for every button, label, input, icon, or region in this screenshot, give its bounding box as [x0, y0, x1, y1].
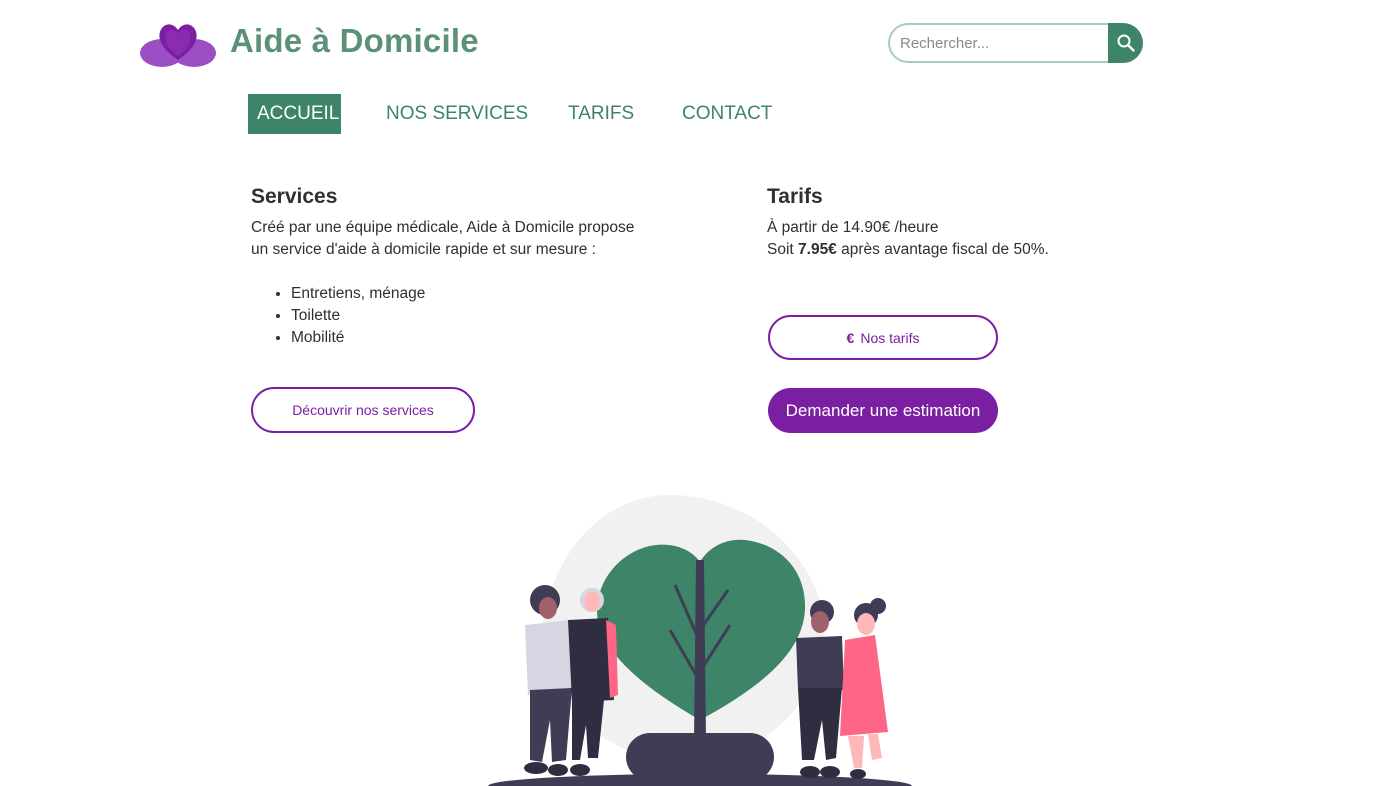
- search-button[interactable]: [1108, 23, 1143, 63]
- tarifs-line2-suffix: après avantage fiscal de 50%.: [836, 241, 1049, 258]
- list-item: Toilette: [291, 305, 651, 327]
- services-title: Services: [251, 185, 338, 208]
- nos-tarifs-label: Nos tarifs: [860, 329, 920, 346]
- nav-item-nos-services[interactable]: NOS SERVICES: [377, 94, 537, 134]
- list-item: Entretiens, ménage: [291, 283, 651, 305]
- discover-services-label: Découvrir nos services: [292, 402, 434, 418]
- nav-item-accueil[interactable]: ACCUEIL: [248, 94, 341, 134]
- estimation-button[interactable]: Demander une estimation: [768, 388, 998, 433]
- nos-tarifs-button[interactable]: € Nos tarifs: [768, 315, 998, 360]
- people-heart-tree-illustration: [488, 495, 912, 786]
- search-bar: [888, 23, 1143, 63]
- brand-title[interactable]: Aide à Domicile: [230, 22, 479, 60]
- services-list: Entretiens, ménage Toilette Mobilité: [251, 283, 651, 349]
- services-section: Services Créé par une équipe médicale, A…: [251, 183, 651, 349]
- euro-icon: €: [846, 329, 855, 346]
- tarifs-section: Tarifs À partir de 14.90€ /heure Soit 7.…: [767, 183, 1087, 261]
- tarifs-title: Tarifs: [767, 185, 823, 208]
- estimation-label: Demander une estimation: [785, 400, 981, 420]
- tarifs-line2-prefix: Soit: [767, 241, 799, 258]
- services-intro: Créé par une équipe médicale, Aide à Dom…: [251, 219, 635, 258]
- tarifs-text: À partir de 14.90€ /heure Soit 7.95€ apr…: [767, 217, 1087, 261]
- heart-hands-icon[interactable]: [140, 20, 216, 70]
- search-icon: [1117, 34, 1135, 52]
- page: Aide à Domicile ACCUEIL NOS SERVICES TAR…: [0, 0, 1400, 786]
- nav-item-tarifs[interactable]: TARIFS: [559, 94, 643, 134]
- nav-item-contact[interactable]: CONTACT: [673, 94, 781, 134]
- discover-services-button[interactable]: Découvrir nos services: [251, 387, 475, 433]
- list-item: Mobilité: [291, 327, 651, 349]
- search-input[interactable]: [888, 23, 1108, 63]
- tarifs-line1: À partir de 14.90€ /heure: [767, 219, 939, 236]
- tarifs-price: 7.95€: [798, 241, 837, 258]
